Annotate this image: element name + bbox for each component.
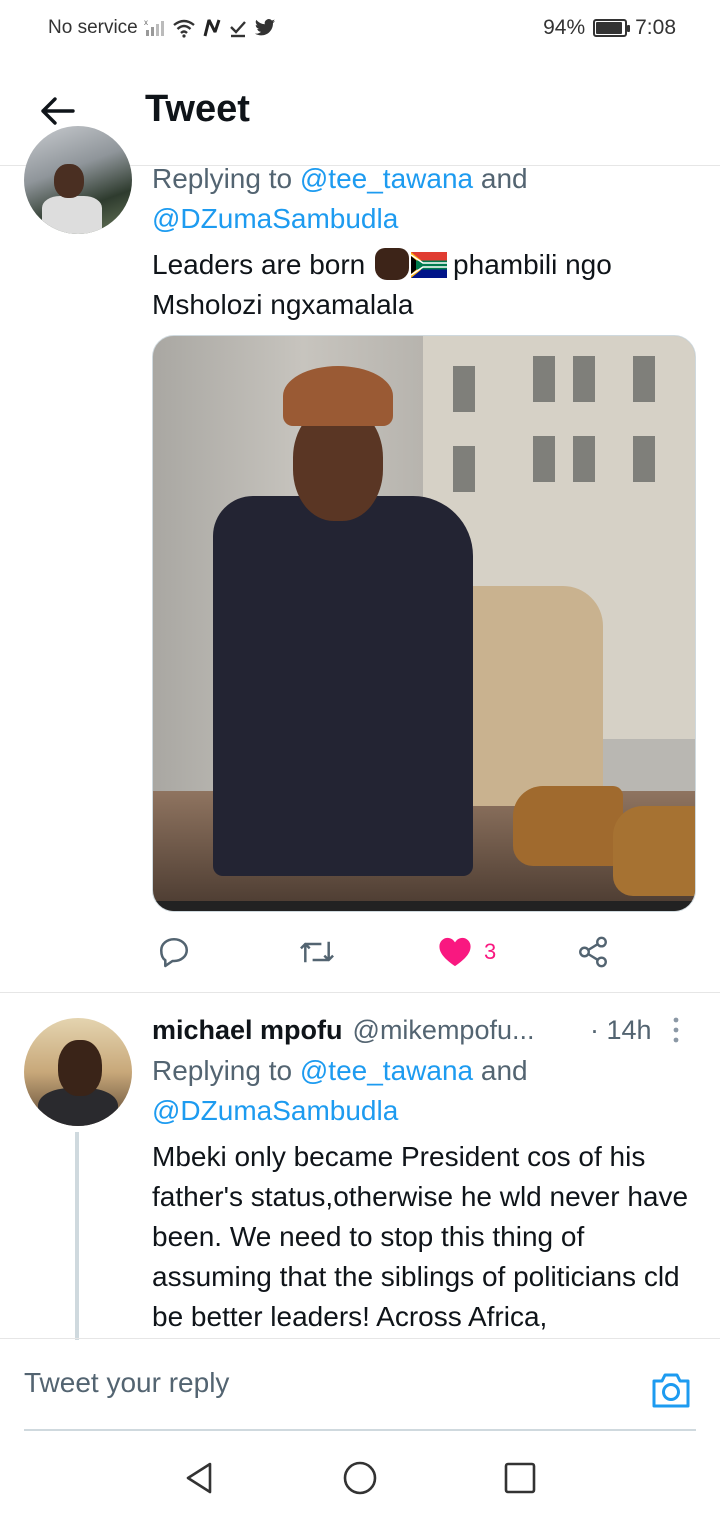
battery-percent: 94% — [543, 16, 586, 39]
status-right: 94% 7:08 — [543, 16, 676, 40]
replying-and: and — [473, 163, 528, 194]
nav-home-icon[interactable] — [342, 1460, 378, 1496]
avatar-face — [58, 1040, 102, 1096]
retweet-icon — [300, 941, 334, 963]
n-icon — [203, 19, 221, 37]
twitter-bird-icon — [254, 19, 275, 36]
more-options-icon[interactable] — [672, 1016, 680, 1044]
share-button[interactable] — [576, 930, 610, 974]
image-boot — [513, 786, 623, 866]
clock: 7:08 — [635, 16, 676, 39]
reply-underline — [24, 1429, 696, 1431]
mention-link[interactable]: @DZumaSambudla — [152, 1095, 398, 1126]
image-bottom-bar — [153, 901, 695, 911]
image-window — [453, 446, 475, 492]
status-left: No service x — [48, 17, 276, 39]
like-button[interactable]: 3 — [438, 930, 496, 974]
signal-icon: x — [144, 19, 164, 36]
image-window — [573, 356, 595, 402]
tweet-text-part: Leaders are born — [152, 249, 374, 280]
tweet-header: michael mpofu @mikempofu... · 14h — [152, 1010, 692, 1050]
tweet-actions: 3 — [152, 930, 692, 974]
tweet-text: Mbeki only became President cos of his f… — [152, 1141, 689, 1332]
avatar-shirt — [42, 196, 102, 234]
thread-line — [75, 1132, 79, 1340]
heart-filled-icon — [439, 937, 471, 967]
avatar[interactable] — [24, 126, 132, 234]
reply-button[interactable] — [156, 930, 192, 974]
image-cap — [283, 366, 393, 426]
retweet-button[interactable] — [298, 930, 336, 974]
reply-icon — [159, 937, 189, 968]
replying-and: and — [473, 1055, 528, 1086]
carrier-label: No service — [48, 17, 138, 38]
arrow-left-icon — [41, 97, 75, 125]
image-window — [573, 436, 595, 482]
system-nav-bar — [0, 1432, 720, 1520]
svg-text:x: x — [144, 19, 148, 27]
image-window — [533, 436, 555, 482]
like-count: 3 — [484, 939, 497, 964]
mention-link[interactable]: @tee_tawana — [300, 1055, 473, 1086]
nav-back-icon[interactable] — [182, 1460, 218, 1496]
image-window — [633, 356, 655, 402]
avatar-face — [54, 164, 84, 198]
battery-fill — [596, 22, 623, 34]
share-icon — [579, 936, 607, 968]
raised-fist-emoji-icon — [375, 248, 410, 280]
tweet-divider — [0, 992, 720, 993]
replying-prefix: Replying to — [152, 1055, 300, 1086]
page-title: Tweet — [145, 88, 250, 130]
camera-icon[interactable] — [650, 1369, 692, 1411]
reply-bar: Tweet your reply — [0, 1338, 720, 1431]
mention-link[interactable]: @tee_tawana — [300, 163, 473, 194]
reply-input[interactable]: Tweet your reply — [24, 1367, 229, 1399]
replying-to: Replying to @tee_tawana and @DZumaSambud… — [152, 159, 692, 239]
author-handle[interactable]: @mikempofu... — [353, 1015, 535, 1046]
image-window — [453, 366, 475, 412]
wifi-icon — [173, 19, 195, 38]
replying-prefix: Replying to — [152, 163, 300, 194]
tweet-time[interactable]: · 14h — [590, 1015, 652, 1046]
image-boot — [613, 806, 695, 896]
nav-recent-icon[interactable] — [502, 1460, 538, 1496]
tweet-text: Leaders are born phambili ngo Msholozi n… — [152, 245, 692, 325]
author-name[interactable]: michael mpofu — [152, 1015, 343, 1046]
image-window — [533, 356, 555, 402]
image-jacket — [213, 496, 473, 876]
avatar[interactable] — [24, 1018, 132, 1126]
status-bar: No service x 94% 7:08 — [0, 0, 720, 56]
download-check-icon — [229, 21, 246, 38]
south-africa-flag-icon — [411, 252, 448, 278]
mention-link[interactable]: @DZumaSambudla — [152, 203, 398, 234]
replying-to: Replying to @tee_tawana and @DZumaSambud… — [152, 1051, 692, 1131]
tweet-image[interactable] — [152, 335, 696, 912]
battery-icon — [593, 19, 631, 37]
image-window — [633, 436, 655, 482]
